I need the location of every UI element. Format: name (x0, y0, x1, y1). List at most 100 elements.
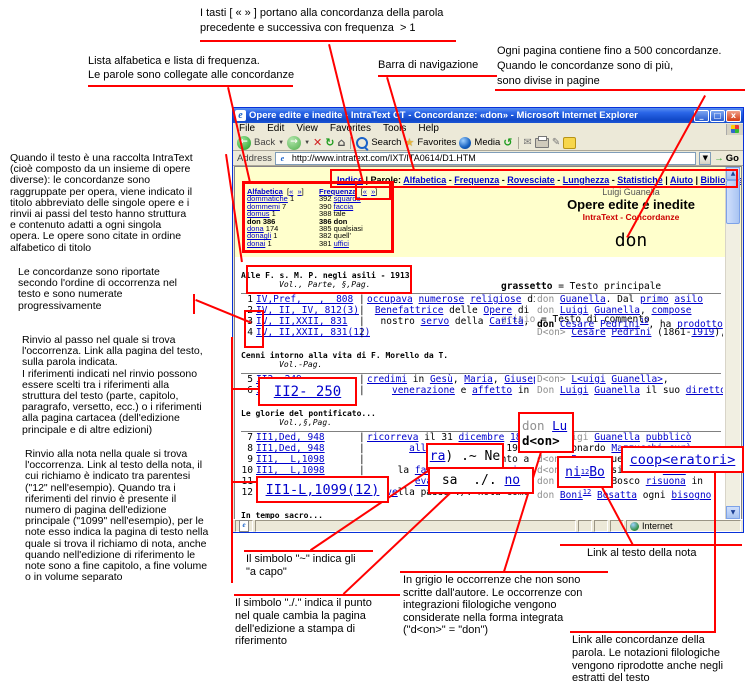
link[interactable]: religiose (470, 294, 521, 305)
window-title: Opere edite e inedite - IntraText CT - C… (249, 110, 694, 122)
status-bar: e Internet (233, 519, 743, 532)
refresh-icon[interactable]: ↻ (325, 136, 334, 150)
text: in (686, 476, 703, 487)
document-icon: e (239, 520, 249, 532)
menu-help[interactable]: Help (412, 123, 445, 134)
history-icon[interactable]: ↺ (503, 136, 512, 150)
callout-note-superscript: ni12Bo (557, 456, 613, 488)
text: ), (714, 327, 723, 338)
note-ref-link[interactable]: II1-L,1099(12) (266, 482, 380, 498)
print-icon[interactable] (535, 138, 549, 148)
link[interactable]: affetto (472, 385, 512, 396)
stop-icon[interactable]: ✕ (313, 136, 322, 150)
link[interactable]: dicembre (459, 432, 505, 443)
link[interactable]: ricorreva (367, 432, 418, 443)
keyword: don (537, 490, 554, 501)
menu-view[interactable]: View (290, 123, 324, 134)
context-before: Benefattrice delle Opere di (367, 305, 535, 316)
annotation-note-ref: Rinvio alla nota nella quale si trova l'… (25, 449, 208, 583)
home-icon[interactable]: ⌂ (337, 136, 345, 150)
link[interactable]: Benefattrice (375, 305, 444, 316)
close-button[interactable]: x (726, 110, 741, 122)
underline-keys (200, 40, 456, 42)
title-bar[interactable]: e Opere edite e inedite - IntraText CT -… (233, 108, 743, 123)
link[interactable]: Luigi (560, 385, 589, 396)
don-integrated-line: d<on> (522, 433, 560, 448)
link[interactable]: Guanella (560, 294, 606, 305)
link[interactable]: primo (640, 294, 669, 305)
link[interactable]: Giuseppe (504, 374, 535, 385)
link[interactable]: Maria (464, 374, 493, 385)
link[interactable]: Bo (589, 465, 605, 480)
search-icon[interactable] (356, 137, 368, 149)
link[interactable]: credimi (367, 374, 407, 385)
passage-ref-link[interactable]: IV, II, IV, 812(3) (256, 305, 370, 316)
link[interactable]: no (504, 473, 520, 488)
link[interactable]: L<uigi (571, 374, 605, 385)
link[interactable]: ra (430, 449, 446, 464)
callout-coop: coop<eratori> (621, 446, 744, 473)
menu-tools[interactable]: Tools (377, 123, 412, 134)
concordance-row: 4IV, II,XXII, 831(12)|D<on> Cesare Pedri… (241, 327, 723, 338)
link[interactable]: 12 (581, 468, 589, 476)
forward-dropdown-icon[interactable]: ▼ (304, 136, 310, 150)
mail-icon[interactable]: ✉ (524, 136, 532, 150)
link[interactable]: Guanella (594, 305, 640, 316)
internet-zone-label: Internet (642, 521, 673, 532)
favorites-label: Favorites (417, 136, 456, 150)
link[interactable]: Opere (484, 305, 513, 316)
ref-page-link[interactable]: II2- 250 (274, 384, 341, 400)
edit-icon[interactable]: ✎ (552, 136, 560, 150)
link[interactable]: pubblicò (646, 432, 692, 443)
link[interactable]: Guanella (594, 385, 640, 396)
link[interactable]: occupava (367, 294, 413, 305)
link[interactable]: asilo (674, 294, 703, 305)
go-button[interactable]: →Go (714, 153, 739, 165)
address-dropdown-icon[interactable]: ▼ (699, 152, 711, 165)
passage-ref-link[interactable]: II1, L,1098 (256, 465, 370, 476)
passage-ref-link[interactable]: II1,Ded, 948 (256, 432, 370, 443)
passage-ref-link[interactable]: IV, II,XXII, 831(12) (256, 327, 370, 338)
url-text: http://www.intratext.com/IXT/ITA0614/D1.… (292, 153, 476, 164)
maximize-button[interactable]: □ (710, 110, 725, 122)
link[interactable]: numerose (419, 294, 465, 305)
link[interactable]: Guanella> (611, 374, 662, 385)
link[interactable]: risuona (646, 476, 686, 487)
link[interactable]: 1919 (692, 327, 715, 338)
link[interactable]: venerazione (392, 385, 455, 396)
link[interactable]: 12 (583, 488, 591, 496)
coop-link[interactable]: coop<eratori> (630, 452, 736, 468)
text: ) .~ Ne (445, 449, 500, 464)
context-before: credimi in Gesù, Maria, Giuseppe, - (367, 374, 535, 385)
separator: | (359, 454, 365, 465)
link[interactable]: Gesù (430, 374, 453, 385)
media-icon[interactable] (459, 137, 471, 149)
address-input[interactable]: e http://www.intratext.com/IXT/ITA0614/D… (275, 152, 696, 165)
link[interactable]: bisogno (671, 490, 711, 501)
link[interactable]: Luigi (560, 305, 589, 316)
link[interactable]: Cesare (571, 327, 605, 338)
link[interactable]: Boni (560, 490, 583, 501)
text: il suo (640, 385, 686, 396)
passage-ref-link[interactable]: II1, L,1098 (256, 454, 370, 465)
link[interactable]: Guanella (594, 432, 640, 443)
back-dropdown-icon[interactable]: ▼ (278, 136, 284, 150)
link[interactable]: Lu (552, 418, 567, 433)
section-ref-format: Vol.,§,Pag. (241, 418, 723, 427)
link[interactable]: compose (651, 305, 691, 316)
link[interactable]: direttore (686, 385, 723, 396)
link[interactable]: servo (421, 316, 450, 327)
text: , (453, 374, 464, 385)
forward-icon[interactable]: → (287, 136, 301, 150)
link[interactable]: ni (565, 465, 581, 480)
overline-word-links (570, 631, 716, 633)
passage-ref-link[interactable]: IV,Pref, , 808 (256, 294, 370, 305)
passage-ref-link[interactable]: II1,Ded, 948 (256, 443, 370, 454)
link[interactable]: Pedrini (611, 327, 651, 338)
link[interactable]: Carità (489, 316, 523, 327)
scroll-down-icon[interactable]: ▼ (726, 506, 740, 519)
passage-ref-link[interactable]: IV, II,XXII, 831 (256, 316, 370, 327)
text: di (512, 305, 535, 316)
messenger-icon[interactable] (563, 137, 576, 149)
menu-edit[interactable]: Edit (261, 123, 290, 134)
